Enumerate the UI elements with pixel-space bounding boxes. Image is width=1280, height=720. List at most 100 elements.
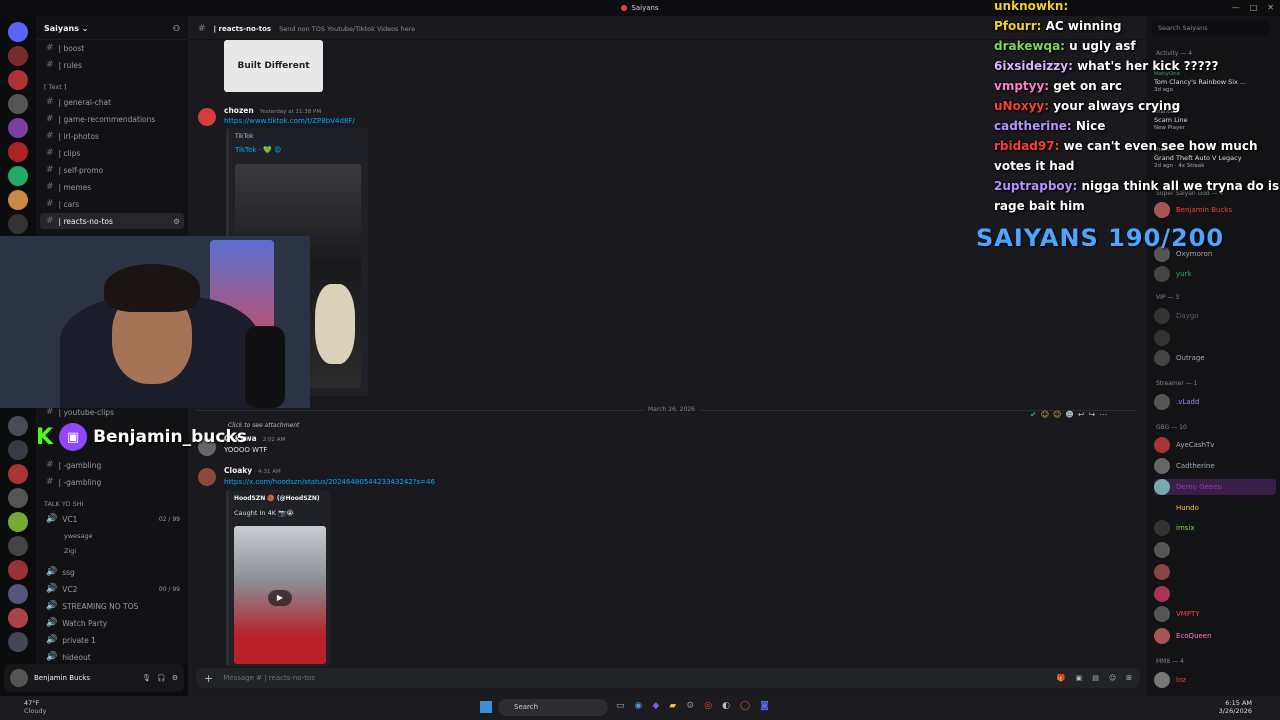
forward-icon[interactable]: ↪ <box>1088 410 1095 419</box>
reply-icon[interactable]: ↩ <box>1078 410 1085 419</box>
server-icon[interactable] <box>8 536 28 556</box>
add-member-icon[interactable]: ⚇ <box>173 24 180 33</box>
channel-clips[interactable]: # | clips <box>40 145 184 161</box>
member-item[interactable]: .vLadd <box>1154 394 1276 410</box>
message-input[interactable]: Message # | reacts-no-tos <box>223 674 315 682</box>
server-icon[interactable] <box>8 46 28 66</box>
member-item[interactable]: Cadtherine <box>1154 458 1276 474</box>
message-link[interactable]: https://www.tiktok.com/t/ZP8bV4d8F/ <box>224 117 355 125</box>
voice-channel-watch-party[interactable]: 🔊 Watch Party <box>40 615 184 631</box>
member-item[interactable]: loz <box>1154 672 1276 688</box>
channel-gambling[interactable]: # | -gambling <box>40 457 184 473</box>
emoji-reaction-icon[interactable]: ☺ <box>1041 410 1049 419</box>
gif-icon[interactable]: ▣ <box>1076 674 1083 682</box>
voice-user[interactable]: Zigi <box>58 543 184 559</box>
more-icon[interactable]: ⋯ <box>1099 410 1107 419</box>
voice-channel-vc2[interactable]: 🔊 VC2 00 / 99 <box>40 581 184 597</box>
server-icon[interactable] <box>8 190 28 210</box>
settings-icon[interactable]: ⚙ <box>686 701 694 711</box>
channel-general-chat[interactable]: # | general-chat <box>40 94 184 110</box>
avatar[interactable] <box>198 468 216 486</box>
server-icon[interactable] <box>8 142 28 162</box>
channel-irl-photos[interactable]: # | irl-photos <box>40 128 184 144</box>
server-icon[interactable] <box>8 632 28 652</box>
emoji-reaction-icon[interactable]: ☺ <box>1053 410 1061 419</box>
message-link[interactable]: https://x.com/hoodszn/status/20246480544… <box>224 478 435 486</box>
opera-icon[interactable]: ◯ <box>740 701 750 711</box>
avatar[interactable] <box>10 669 28 687</box>
server-icon[interactable] <box>8 512 28 532</box>
voice-channel-ssg[interactable]: 🔊 ssg <box>40 564 184 580</box>
member-item[interactable] <box>1154 330 1276 346</box>
server-icon[interactable] <box>8 166 28 186</box>
weather-widget[interactable]: 47°F Cloudy <box>24 699 46 715</box>
steam-icon[interactable]: ◐ <box>722 701 730 711</box>
app-icon[interactable]: ◆ <box>652 701 659 711</box>
server-icon[interactable] <box>8 118 28 138</box>
member-item[interactable] <box>1154 586 1276 602</box>
server-icon[interactable] <box>8 214 28 234</box>
user-settings-icon[interactable]: ⚙ <box>172 674 178 682</box>
message-author[interactable]: Cloaky <box>224 466 252 475</box>
member-item[interactable]: Outrage <box>1154 350 1276 366</box>
channel-self-promo[interactable]: # | self-promo <box>40 162 184 178</box>
emoji-icon[interactable]: ☺ <box>1109 674 1116 682</box>
member-item[interactable]: imsix <box>1154 520 1276 536</box>
server-icon[interactable] <box>8 70 28 90</box>
headphones-icon[interactable]: 🎧 <box>157 674 166 682</box>
embed-title[interactable]: TikTok · 💚 😩 <box>235 146 281 154</box>
server-icon[interactable] <box>8 416 28 436</box>
server-icon[interactable] <box>8 440 28 460</box>
taskbar-search[interactable]: Search <box>498 699 608 716</box>
voice-channel-private-1[interactable]: 🔊 private 1 <box>40 632 184 648</box>
settings-icon[interactable]: ⚙ <box>173 217 180 226</box>
member-item[interactable] <box>1154 564 1276 580</box>
member-item[interactable]: EcoQueen <box>1154 628 1276 644</box>
voice-user[interactable]: ywesage <box>58 528 184 544</box>
channel-cars[interactable]: # | cars <box>40 196 184 212</box>
member-item[interactable]: Daygo <box>1154 308 1276 324</box>
voice-channel-hideout[interactable]: 🔊 hideout <box>40 649 184 665</box>
member-item[interactable]: VMPTY <box>1154 606 1276 622</box>
folder-icon[interactable]: ▰ <box>669 701 676 711</box>
task-view-icon[interactable]: ▭ <box>616 701 625 711</box>
voice-channel-vc1[interactable]: 🔊 VC1 02 / 99 <box>40 511 184 527</box>
server-icon[interactable] <box>8 94 28 114</box>
channel-boost[interactable]: # | boost <box>40 40 184 56</box>
embed-author[interactable]: HoodSZN 🏀 (@HoodSZN) <box>234 495 320 502</box>
mic-icon[interactable]: 🎙 <box>142 674 151 682</box>
member-item[interactable]: yurk <box>1154 266 1276 282</box>
member-item[interactable]: Demu Geeeu <box>1154 479 1276 495</box>
member-item[interactable]: Hundo <box>1154 500 1276 516</box>
channel-gambling-2[interactable]: # | -gambling <box>40 474 184 490</box>
image-attachment[interactable]: Built Different <box>224 40 323 92</box>
video-thumbnail[interactable]: ▶ <box>234 526 326 664</box>
sticker-icon[interactable]: ▤ <box>1092 674 1099 682</box>
server-icon[interactable] <box>8 560 28 580</box>
edge-icon[interactable]: ◉ <box>635 701 643 711</box>
discord-icon[interactable]: ◙ <box>760 701 769 711</box>
clock[interactable]: 6:15 AM 3/26/2026 <box>1219 699 1252 715</box>
plus-icon[interactable]: + <box>204 672 213 685</box>
server-icon[interactable] <box>8 608 28 628</box>
chrome-icon[interactable]: ◎ <box>704 701 712 711</box>
play-icon[interactable]: ▶ <box>268 590 292 606</box>
message-input-bar[interactable]: + Message # | reacts-no-tos 🎁 ▣ ▤ ☺ ⊞ <box>196 668 1140 688</box>
channel-reacts-no-tos[interactable]: # | reacts-no-tos ⚙ <box>40 213 184 229</box>
channel-memes[interactable]: # | memes <box>40 179 184 195</box>
server-icon[interactable] <box>8 584 28 604</box>
server-icon[interactable] <box>8 464 28 484</box>
check-reaction-icon[interactable]: ✔ <box>1030 410 1037 419</box>
message-author[interactable]: chozen <box>224 106 254 115</box>
channel-rules[interactable]: # | rules <box>40 57 184 73</box>
category-text[interactable]: [ Text ] <box>44 83 66 91</box>
start-icon[interactable] <box>480 701 492 713</box>
member-item[interactable]: AyeCashTv <box>1154 437 1276 453</box>
add-reaction-icon[interactable]: ☻ <box>1065 410 1073 419</box>
dm-home-icon[interactable] <box>8 22 28 42</box>
channel-game-recommendations[interactable]: # | game-recommendations <box>40 111 184 127</box>
voice-category[interactable]: TALK YO SHI <box>44 500 84 508</box>
avatar[interactable] <box>198 108 216 126</box>
member-item[interactable] <box>1154 542 1276 558</box>
voice-channel-streaming[interactable]: 🔊 STREAMING NO TOS <box>40 598 184 614</box>
